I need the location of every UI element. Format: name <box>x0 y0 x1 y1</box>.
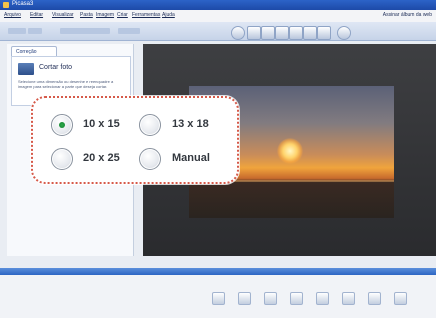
radio-20x25[interactable] <box>51 148 73 170</box>
thumbnail-icon[interactable] <box>261 26 275 40</box>
option-label-13x18: 13 x 18 <box>172 118 209 130</box>
tray-icon[interactable] <box>342 292 355 305</box>
toolbar-segment <box>60 28 110 34</box>
crop-icon <box>18 63 34 75</box>
thumbnail-icon[interactable] <box>303 26 317 40</box>
radio-10x15[interactable] <box>51 114 73 136</box>
tray-icon[interactable] <box>394 292 407 305</box>
crop-title: Cortar foto <box>39 64 73 71</box>
thumbnail-icon[interactable] <box>289 26 303 40</box>
tray-icon[interactable] <box>238 292 251 305</box>
sun-glow <box>277 138 303 164</box>
toolbar-button[interactable] <box>118 28 140 34</box>
crop-description: Selecione uma dimensão ou desenhe e reen… <box>18 79 114 89</box>
menu-item-view[interactable]: Visualizar <box>52 12 74 18</box>
tab-fixes-label: Correção <box>16 49 37 55</box>
tray-icon[interactable] <box>290 292 303 305</box>
thumbnail-icon[interactable] <box>275 26 289 40</box>
photo-nav-controls <box>231 25 356 40</box>
thumbnail-icon[interactable] <box>247 26 261 40</box>
option-label-20x25: 20 x 25 <box>83 152 120 164</box>
thumbnail-icon[interactable] <box>317 26 331 40</box>
tray-icon[interactable] <box>316 292 329 305</box>
app-icon <box>3 2 9 8</box>
option-label-manual: Manual <box>172 152 210 164</box>
radio-13x18[interactable] <box>139 114 161 136</box>
status-band <box>0 268 436 275</box>
menu-item-tools[interactable]: Ferramentas <box>132 12 160 18</box>
rotate-left-icon[interactable] <box>231 26 245 40</box>
menu-item-create[interactable]: Criar <box>117 12 128 18</box>
tray-icon[interactable] <box>264 292 277 305</box>
rotate-right-icon[interactable] <box>337 26 351 40</box>
forward-button[interactable] <box>28 28 42 34</box>
radio-selected-icon <box>59 122 65 128</box>
window-titlebar: Picasa3 <box>0 0 436 10</box>
web-album-link[interactable]: Assinar álbum da web <box>383 12 432 18</box>
back-button[interactable] <box>8 28 26 34</box>
tray-icon[interactable] <box>212 292 225 305</box>
radio-manual[interactable] <box>139 148 161 170</box>
toolbar <box>0 22 436 41</box>
crop-size-callout: 10 x 15 13 x 18 20 x 25 Manual <box>31 96 239 184</box>
menu-item-edit[interactable]: Editar <box>30 12 43 18</box>
tray-icon[interactable] <box>368 292 381 305</box>
option-label-10x15: 10 x 15 <box>83 118 120 130</box>
menu-item-image[interactable]: Imagem <box>96 12 114 18</box>
menu-item-file[interactable]: Arquivo <box>4 12 21 18</box>
menu-item-help[interactable]: Ajuda <box>162 12 175 18</box>
menu-item-folder[interactable]: Pasta <box>80 12 93 18</box>
window-title: Picasa3 <box>12 1 34 7</box>
